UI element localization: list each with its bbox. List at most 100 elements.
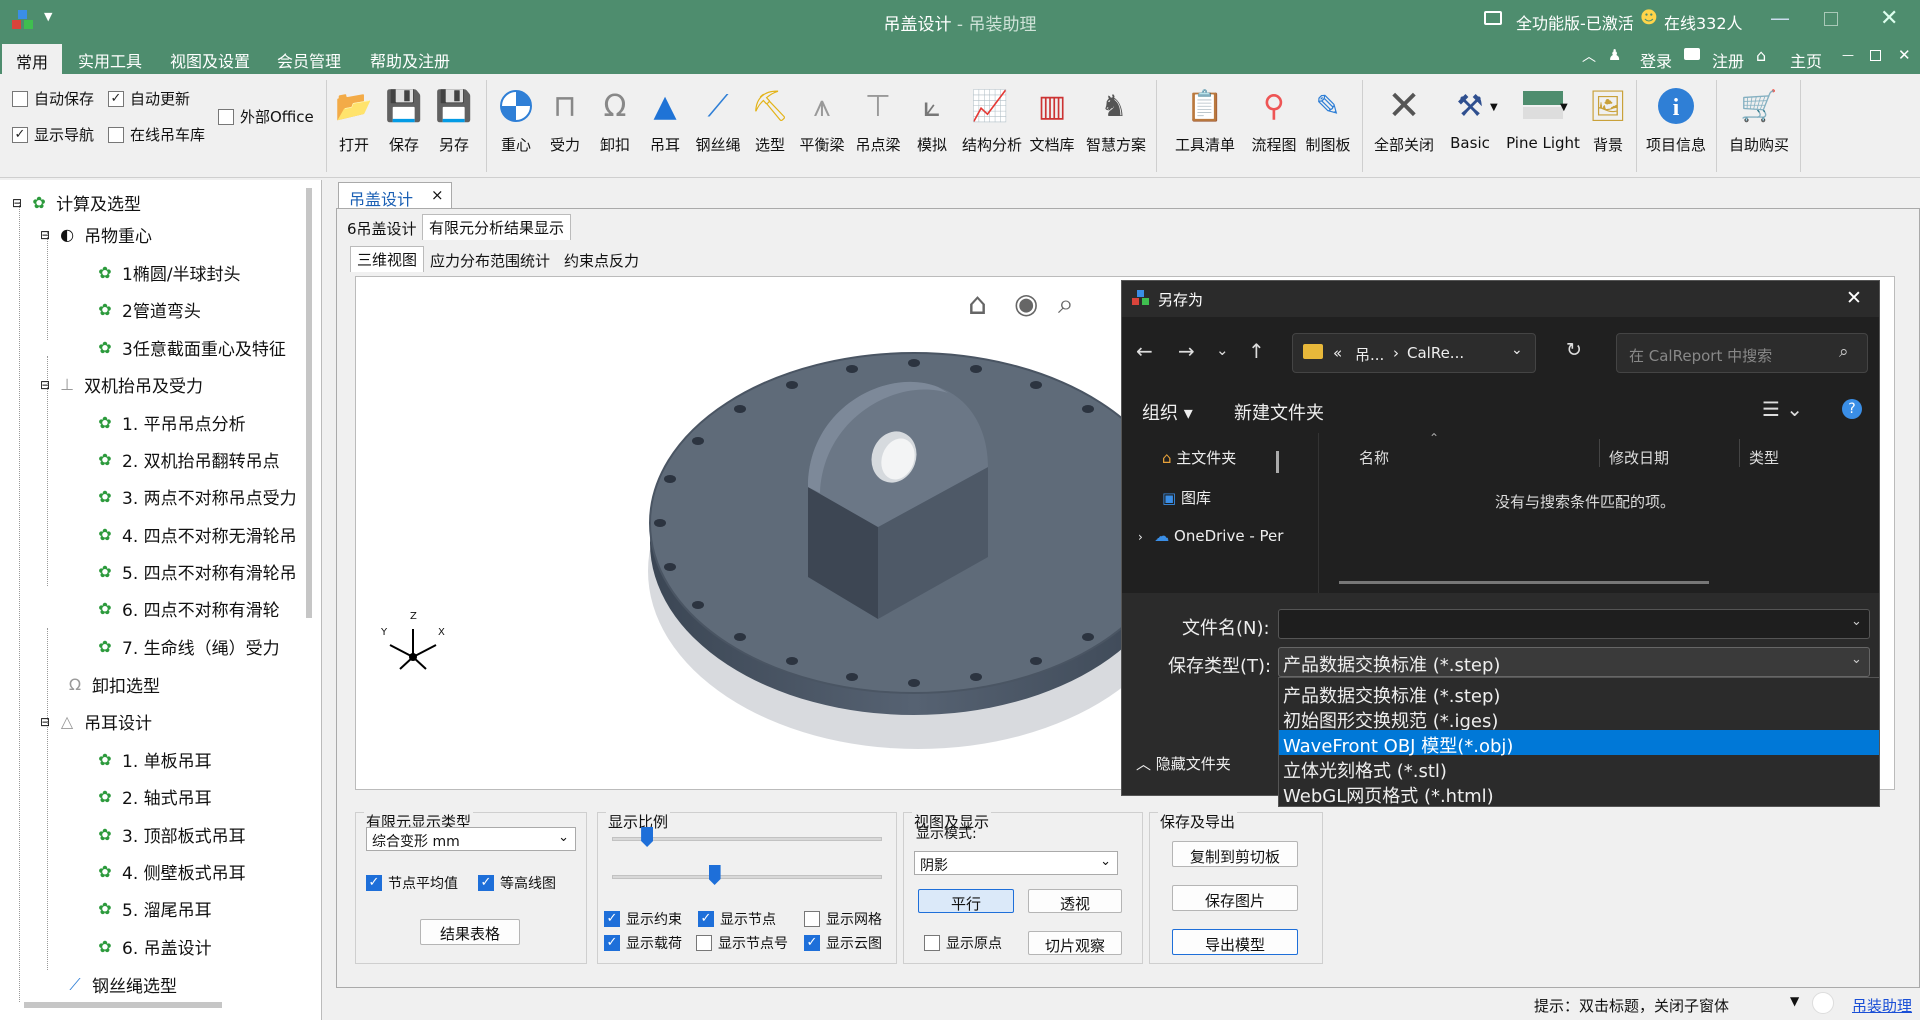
filetype-option[interactable]: 初始图形交换规范 (*.iges) <box>1279 705 1879 732</box>
checkbox-box[interactable]: ✓ <box>108 90 124 107</box>
tree-item[interactable]: ✿ 6. 四点不对称有滑轮 <box>94 596 279 621</box>
tab-help-register[interactable]: 帮助及注册 <box>370 48 450 72</box>
flowchart-button[interactable]: ⚲ 流程图 <box>1246 84 1302 155</box>
tree-item[interactable]: ✿ 5. 四点不对称有滑轮吊 <box>94 559 296 584</box>
tree-item[interactable]: ✿ 1. 单板吊耳 <box>94 747 211 772</box>
column-name[interactable]: 名称 <box>1359 447 1389 468</box>
view-tab-3d[interactable]: 三维视图 <box>350 246 425 272</box>
checkbox-box[interactable] <box>804 911 820 927</box>
basic-dropdown-icon[interactable]: ▼ <box>1490 102 1498 113</box>
save-image-button[interactable]: 保存图片 <box>1172 885 1298 911</box>
search-input[interactable]: 在 CalReport 中搜索 ⌕ <box>1616 333 1868 373</box>
external-office-checkbox[interactable]: 外部Office <box>218 106 314 127</box>
tree-item[interactable]: ✿ 2管道弯头 <box>94 297 201 322</box>
open-button[interactable]: 📂 打开 <box>326 84 382 155</box>
center-of-gravity-button[interactable]: 重心 <box>488 84 544 155</box>
select-button[interactable]: ⛏ 选型 <box>742 84 798 155</box>
collapse-icon[interactable]: ⊟ <box>40 715 50 729</box>
checkbox-box[interactable]: ✓ <box>698 911 714 927</box>
deform-slider-thumb[interactable] <box>708 865 721 885</box>
close-window-button[interactable]: ✕ <box>1880 6 1898 31</box>
tree-item[interactable]: ✿ 3. 顶部板式吊耳 <box>94 822 245 847</box>
tree-item[interactable]: ✿ 5. 溜尾吊耳 <box>94 896 211 921</box>
back-icon[interactable]: ← <box>1136 339 1153 363</box>
tab-view-settings[interactable]: 视图及设置 <box>170 48 250 72</box>
spreader-beam-button[interactable]: ⊤ 吊点梁 <box>850 84 906 155</box>
tab-membership[interactable]: 会员管理 <box>277 48 341 72</box>
close-dialog-button[interactable]: ✕ <box>1846 287 1862 309</box>
column-date[interactable]: 修改日期 <box>1609 447 1669 468</box>
checkbox-box[interactable] <box>218 108 234 125</box>
recent-dropdown-icon[interactable]: ⌄ <box>1216 341 1229 359</box>
view-options-icon[interactable]: ☰ ⌄ <box>1762 397 1803 421</box>
save-button[interactable]: 💾 保存 <box>376 84 432 155</box>
background-button[interactable]: 🖼 背景 <box>1580 84 1636 155</box>
breadcrumb-item[interactable]: 吊... <box>1355 344 1384 365</box>
basic-theme-button[interactable]: ⚒ Basic <box>1442 84 1498 153</box>
pine-light-theme-button[interactable]: Pine Light <box>1504 84 1582 152</box>
chevron-down-icon[interactable]: ▼ <box>1790 994 1799 1008</box>
nav-scrollbar[interactable] <box>1276 451 1279 473</box>
tree-vertical-scrollbar[interactable] <box>306 188 312 618</box>
filetype-option[interactable]: 产品数据交换标准 (*.step) <box>1279 680 1879 707</box>
checkbox-box[interactable] <box>12 90 28 107</box>
show-cloud-checkbox[interactable]: ✓ 显示云图 <box>804 933 882 953</box>
tree-horizontal-scrollbar[interactable] <box>24 1002 222 1008</box>
home-view-icon[interactable]: ⌂ <box>968 287 987 322</box>
tree-group-shackle[interactable]: Ω 卸扣选型 <box>64 672 160 697</box>
nav-item-onedrive[interactable]: › ☁ OneDrive - Per <box>1138 527 1283 545</box>
checkbox-box[interactable]: ✓ <box>804 935 820 951</box>
close-tab-icon[interactable]: × <box>431 186 444 204</box>
tree-group-lug[interactable]: ⊟ △ 吊耳设计 <box>40 709 152 734</box>
minimize-button[interactable]: — <box>1770 6 1790 30</box>
collapse-ribbon-icon[interactable]: ︿ <box>1582 46 1596 66</box>
refresh-icon[interactable]: ↻ <box>1566 339 1582 361</box>
column-type[interactable]: 类型 <box>1749 447 1779 468</box>
lug-button[interactable]: ▲ 吊耳 <box>637 84 693 155</box>
mdi-close-button[interactable]: ✕ <box>1898 46 1911 64</box>
up-icon[interactable]: ↑ <box>1248 339 1265 363</box>
display-mode-select[interactable]: 阴影 ⌄ <box>914 851 1118 875</box>
checkbox-box[interactable] <box>108 126 124 143</box>
tree-item[interactable]: ✿ 3. 两点不对称吊点受力 <box>94 484 296 509</box>
tree-group-dual-lift[interactable]: ⊟ ⊥ 双机抬吊及受力 <box>40 372 203 397</box>
fem-type-select[interactable]: 综合变形 mm ⌄ <box>366 827 576 851</box>
nav-item-gallery[interactable]: ▣ 图库 <box>1162 487 1211 508</box>
tab-fem-results[interactable]: 有限元分析结果显示 <box>422 214 572 240</box>
tree-item[interactable]: ✿ 6. 吊盖设计 <box>94 934 211 959</box>
file-list-scrollbar[interactable] <box>1339 581 1709 584</box>
copy-clipboard-button[interactable]: 复制到剪切板 <box>1172 841 1298 867</box>
hide-folders-toggle[interactable]: ︿ 隐藏文件夹 <box>1136 753 1231 774</box>
tree-group-wire-rope[interactable]: ⟋ 钢丝绳选型 <box>64 972 177 998</box>
show-load-checkbox[interactable]: ✓ 显示载荷 <box>604 933 682 953</box>
checkbox-box[interactable]: ✓ <box>604 911 620 927</box>
collapse-icon[interactable]: ⊟ <box>12 196 22 210</box>
forward-icon[interactable]: → <box>1178 339 1195 363</box>
show-constraint-checkbox[interactable]: ✓ 显示约束 <box>604 909 682 929</box>
show-origin-checkbox[interactable]: 显示原点 <box>924 933 1002 953</box>
tree-item[interactable]: ✿ 4. 四点不对称无滑轮吊 <box>94 522 296 547</box>
project-info-button[interactable]: i 项目信息 <box>1644 84 1708 155</box>
chevron-down-icon[interactable]: ⌄ <box>1511 342 1523 358</box>
smart-plan-button[interactable]: ♞ 智慧方案 <box>1086 84 1146 155</box>
collapse-icon[interactable]: ⊟ <box>40 378 50 392</box>
zoom-icon[interactable]: ⌕ <box>1058 287 1074 321</box>
address-bar[interactable]: « 吊... › CalRe... ⌄ <box>1292 333 1536 373</box>
checkbox-box[interactable]: ✓ <box>12 126 28 143</box>
chevron-down-icon[interactable]: ⌄ <box>1851 614 1862 629</box>
mdi-minimize-button[interactable]: — <box>1842 48 1854 62</box>
close-all-button[interactable]: ✕ 全部关闭 <box>1372 83 1436 155</box>
show-node-checkbox[interactable]: ✓ 显示节点 <box>698 909 776 929</box>
wire-rope-button[interactable]: ⟋ 钢丝绳 <box>690 84 746 155</box>
chevron-right-icon[interactable]: › <box>1138 530 1154 544</box>
drawing-board-button[interactable]: ✎ 制图板 <box>1300 84 1356 155</box>
checkbox-box[interactable] <box>924 935 940 951</box>
breadcrumb-overflow[interactable]: « <box>1333 344 1342 362</box>
save-as-button[interactable]: 💾 另存 <box>426 84 482 155</box>
doc-library-button[interactable]: ▥ 文档库 <box>1024 84 1080 155</box>
register-link[interactable]: 注册 <box>1712 48 1744 72</box>
buy-button[interactable]: 🛒 自助购买 <box>1722 84 1796 155</box>
scale-slider-thumb[interactable] <box>641 827 654 847</box>
home-link[interactable]: 主页 <box>1790 48 1822 72</box>
breadcrumb-item[interactable]: CalRe... <box>1407 344 1464 362</box>
